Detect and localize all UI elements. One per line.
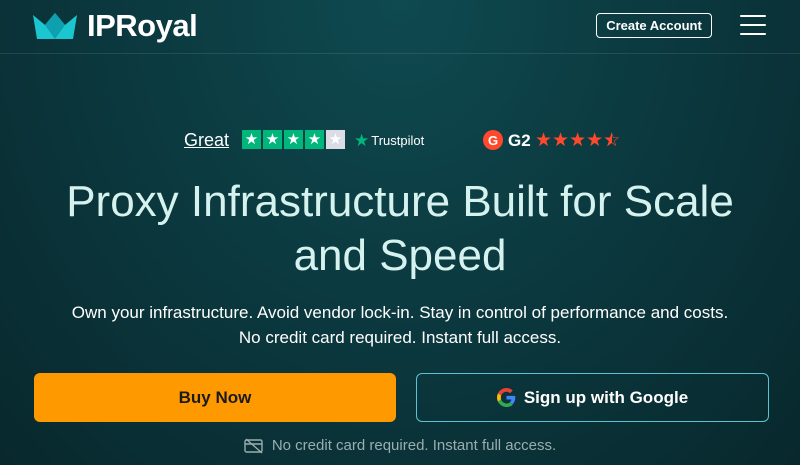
trustpilot-star-logo-icon: ★ [354, 131, 370, 150]
google-signup-label: Sign up with Google [523, 387, 689, 407]
header-divider [0, 53, 800, 54]
g2-star-half-icon: ☆★ [603, 130, 621, 151]
no-credit-card-icon [244, 437, 263, 454]
hero-subtitle-line2: No credit card required. Instant full ac… [238, 328, 562, 347]
buy-now-button[interactable]: Buy Now [34, 373, 396, 422]
logo[interactable]: IPRoyal [33, 8, 198, 44]
g2-star-icon: ★ [552, 130, 570, 151]
trustpilot-star-empty-icon: ★ [326, 130, 345, 149]
g2-stars: ★★★★☆★ [535, 129, 620, 152]
g2-star-icon: ★ [586, 130, 604, 151]
trustpilot-logo: ★ Trustpilot [354, 132, 424, 149]
footnote: No credit card required. Instant full ac… [0, 437, 800, 454]
create-account-button[interactable]: Create Account [596, 13, 712, 38]
crown-icon [33, 13, 77, 39]
g2-star-icon: ★ [569, 130, 587, 151]
hero-subtitle-line1: Own your infrastructure. Avoid vendor lo… [71, 303, 729, 322]
g2-logo-icon: G [483, 130, 503, 150]
footnote-text: No credit card required. Instant full ac… [271, 437, 557, 454]
hero-title-line2: and Speed [293, 231, 507, 280]
trustpilot-rating-label[interactable]: Great [184, 130, 229, 151]
site-header: IPRoyal Create Account [0, 0, 800, 52]
g2-label: G2 [508, 131, 531, 150]
logo-text: IPRoyal [87, 8, 198, 43]
trustpilot-star-icon: ★ [263, 130, 282, 149]
google-g-icon [496, 388, 516, 407]
hero-subtitle: Own your infrastructure. Avoid vendor lo… [0, 300, 800, 350]
trustpilot-star-icon: ★ [284, 130, 303, 149]
hamburger-menu-icon[interactable] [740, 15, 766, 37]
google-signup-button[interactable]: Sign up with Google [416, 373, 769, 422]
trustpilot-star-icon: ★ [305, 130, 324, 149]
hero-title-line1: Proxy Infrastructure Built for Scale [66, 177, 734, 226]
trustpilot-brand: Trustpilot [371, 133, 425, 148]
ratings-bar: Great ★ ★ ★ ★ ★ ★ Trustpilot G G2 ★★★★☆★ [0, 129, 800, 153]
hero-title: Proxy Infrastructure Built for Scale and… [0, 175, 800, 283]
g2-star-icon: ★ [535, 130, 553, 151]
trustpilot-star-icon: ★ [242, 130, 261, 149]
